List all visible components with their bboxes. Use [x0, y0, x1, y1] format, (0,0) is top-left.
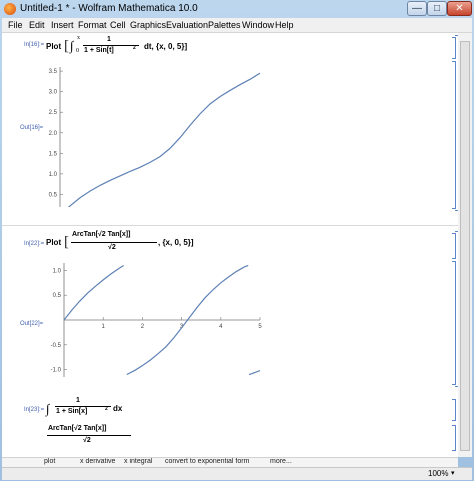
y-tick-label: 0.5: [53, 293, 62, 299]
window-title: Untitled-1 * - Wolfram Mathematica 10.0: [20, 3, 198, 14]
menu-evaluation[interactable]: Evaluation: [166, 20, 208, 30]
title-bar: Untitled-1 * - Wolfram Mathematica 10.0 …: [0, 0, 474, 18]
y-tick-label: 1.5: [49, 151, 58, 157]
y-tick-label: 1.0: [53, 268, 62, 274]
input-label-22: In[22]:=: [24, 241, 45, 247]
input-label-16: In[16]:=: [24, 42, 45, 48]
vertical-scrollbar[interactable]: [458, 33, 472, 457]
notebook-area[interactable]: In[16]:= Plot [ ∫ x 0 1 1 + Sin[t] 2 dt,…: [2, 33, 458, 457]
plot-arguments: dt, {x, 0, 5}]: [144, 42, 188, 51]
suggestion-exponential[interactable]: convert to exponential form: [165, 458, 249, 465]
denominator-exponent: 2: [133, 45, 136, 51]
close-button[interactable]: ✕: [447, 1, 472, 16]
menu-cell[interactable]: Cell: [110, 20, 126, 30]
suggestion-derivative[interactable]: x derivative: [80, 458, 115, 465]
input-cell-22[interactable]: Plot [ ArcTan[√2 Tan[x]] √2 , {x, 0, 5}]: [46, 231, 216, 257]
fraction-numerator: 1: [76, 397, 80, 404]
fraction-bar: [47, 435, 131, 436]
menu-window[interactable]: Window: [242, 20, 274, 30]
plot-keyword: Plot: [46, 42, 62, 51]
plot-arguments: , {x, 0, 5}]: [158, 238, 194, 247]
zoom-level[interactable]: 100%: [428, 469, 448, 478]
menu-bar: File Edit Insert Format Cell Graphics Ev…: [2, 18, 472, 33]
scrollbar-thumb[interactable]: [460, 41, 470, 451]
integral-upper-limit: x: [77, 35, 80, 41]
result-numerator: ArcTan[√2 Tan[x]]: [48, 425, 107, 432]
series-line: [63, 264, 124, 321]
x-tick-label: 1: [102, 324, 106, 330]
x-tick-label: 2: [141, 324, 145, 330]
fraction-bar: [83, 45, 139, 46]
y-tick-label: 2.0: [49, 131, 58, 137]
result-denominator: √2: [83, 437, 91, 444]
y-tick-label: -0.5: [51, 343, 62, 349]
menu-palettes[interactable]: Palettes: [208, 20, 241, 30]
cell-separator: [2, 225, 458, 226]
menu-help[interactable]: Help: [275, 20, 294, 30]
fraction-bar: [55, 406, 111, 407]
open-bracket: [: [64, 234, 69, 250]
suggestion-plot[interactable]: plot: [44, 458, 55, 465]
series-line: [67, 72, 261, 207]
fraction-denominator: 1 + Sin[x]: [56, 408, 88, 415]
output-label-22: Out[22]=: [20, 321, 44, 327]
output-cell-23[interactable]: ArcTan[√2 Tan[x]] √2: [46, 425, 146, 451]
integral-lower-limit: 0: [76, 48, 79, 54]
integral-sign: ∫: [70, 38, 74, 53]
integral-sign: ∫: [46, 401, 50, 416]
plot-keyword: Plot: [46, 238, 62, 247]
open-bracket: [: [64, 38, 69, 54]
fraction-denominator: 1 + Sin[t]: [84, 47, 114, 54]
menu-insert[interactable]: Insert: [51, 20, 74, 30]
y-tick-label: 2.5: [49, 110, 58, 116]
fraction-numerator: 1: [107, 36, 111, 43]
menu-graphics[interactable]: Graphics: [130, 20, 166, 30]
input-cell-23[interactable]: ∫ 1 1 + Sin[x] 2 dx: [46, 397, 136, 421]
input-cell-16[interactable]: Plot [ ∫ x 0 1 1 + Sin[t] 2 dt, {x, 0, 5…: [46, 35, 206, 59]
denominator-exponent: 2: [105, 406, 108, 412]
suggestion-more[interactable]: more...: [270, 458, 292, 465]
application-window: Untitled-1 * - Wolfram Mathematica 10.0 …: [0, 0, 474, 481]
y-tick-label: -1.0: [51, 368, 62, 374]
plot-output-22[interactable]: 1 2 3 4 5-1.0-0.50.51.0: [42, 261, 262, 381]
differential: dx: [113, 404, 123, 413]
y-tick-label: 3.0: [49, 90, 58, 96]
plot-output-16[interactable]: 123450.51.01.52.02.53.03.5: [42, 61, 262, 207]
output-label-16: Out[16]=: [20, 125, 44, 131]
series-line: [248, 369, 261, 376]
y-tick-label: 3.5: [49, 69, 58, 75]
menu-format[interactable]: Format: [78, 20, 107, 30]
chevron-down-icon[interactable]: ▾: [451, 469, 455, 477]
cell-bracket-in23[interactable]: [452, 399, 456, 421]
fraction-bar: [71, 242, 157, 243]
input-label-23: In[23]:=: [24, 407, 45, 413]
y-tick-label: 0.5: [49, 192, 58, 198]
mathematica-app-icon: [4, 3, 16, 15]
cell-bracket-out23[interactable]: [452, 425, 456, 451]
minimize-button[interactable]: —: [407, 1, 427, 16]
fraction-numerator: ArcTan[√2 Tan[x]]: [72, 231, 131, 238]
y-tick-label: 1.0: [49, 172, 58, 178]
x-tick-label: 5: [258, 324, 262, 330]
maximize-button[interactable]: □: [427, 1, 447, 16]
menu-file[interactable]: File: [8, 20, 23, 30]
status-bar: 100% ▾: [2, 467, 472, 480]
menu-edit[interactable]: Edit: [29, 20, 45, 30]
fraction-denominator: √2: [108, 244, 116, 251]
x-tick-label: 4: [219, 324, 223, 330]
suggestion-integral[interactable]: x integral: [124, 458, 152, 465]
